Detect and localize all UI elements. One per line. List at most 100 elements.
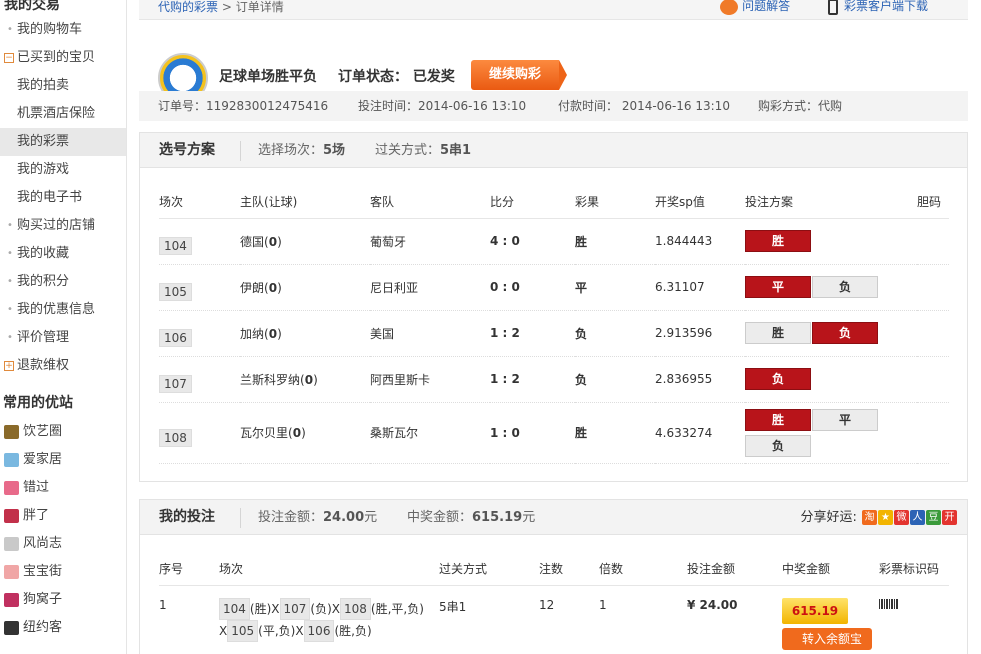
match-result: 平 bbox=[575, 264, 655, 311]
game-pick: (平,负)X bbox=[258, 623, 304, 638]
fav-site-item[interactable]: 胖了 bbox=[0, 502, 126, 530]
game-times: X bbox=[219, 623, 228, 638]
transfer-balance-label: 转入余额宝 bbox=[802, 631, 863, 646]
sidebar-title: 我的交易 bbox=[4, 0, 60, 13]
bet-scheme: 平负 bbox=[745, 264, 917, 311]
sidebar-item-travel[interactable]: 机票酒店保险 bbox=[0, 100, 126, 128]
order-status-label: 订单状态： bbox=[338, 69, 408, 85]
fav-site-item[interactable]: 狗窝子 bbox=[0, 586, 126, 614]
breadcrumb-link-lottery[interactable]: 代购的彩票 bbox=[158, 0, 218, 14]
bet-panel: 我的投注 投注金额：24.00元 中奖金额：615.19元 分享好运: 淘 ★ 微人… bbox=[139, 499, 968, 654]
breadcrumb: 代购的彩票 > 订单详情 bbox=[158, 0, 284, 15]
site-logo-icon bbox=[4, 621, 19, 635]
bet-scheme: 胜 bbox=[745, 218, 917, 265]
client-download-link[interactable]: 彩票客户端下载 bbox=[844, 0, 928, 13]
share-icon[interactable]: 豆 bbox=[926, 510, 941, 525]
sidebar-item-lottery[interactable]: 我的彩票 bbox=[0, 128, 126, 156]
prize-cell: 615.19 转入余额宝 bbox=[782, 585, 879, 650]
game-no: 104 bbox=[219, 597, 250, 620]
bet-title: 我的投注 bbox=[159, 509, 215, 525]
col-header: 投注金额 bbox=[687, 553, 782, 586]
expand-icon[interactable]: + bbox=[4, 361, 14, 371]
order-number: 订单号：1192830012475416 bbox=[158, 99, 329, 113]
main-content: 代购的彩票 > 订单详情 问题解答 彩票客户端下载 足球单场胜平负 订单状态： … bbox=[139, 0, 968, 654]
fav-site-item[interactable]: 错过 bbox=[0, 474, 126, 502]
order-status-value: 已发奖 bbox=[412, 69, 455, 85]
sidebar-item-ebooks[interactable]: 我的电子书 bbox=[0, 184, 126, 212]
share-icon[interactable]: 开 bbox=[942, 510, 957, 525]
sidebar-item-auction[interactable]: 我的拍卖 bbox=[0, 72, 126, 100]
away-team: 阿西里斯卡 bbox=[370, 356, 490, 403]
banker-cell bbox=[917, 356, 949, 403]
score: 1 : 0 bbox=[490, 402, 575, 464]
banker-cell bbox=[917, 402, 949, 464]
bullet-icon: • bbox=[7, 248, 13, 259]
handicap: 0 bbox=[268, 326, 278, 341]
match-no-cell: 108 bbox=[159, 402, 240, 464]
table-header-row: 序号 场次 过关方式 注数 倍数 投注金额 中奖金额 彩票标识码 bbox=[159, 553, 949, 586]
home-team-cell: 加纳(0) bbox=[240, 310, 370, 357]
share-label: 分享好运: bbox=[800, 510, 857, 525]
sidebar-item-refunds[interactable]: + 退款维权 bbox=[0, 352, 126, 380]
share-icon[interactable]: 淘 bbox=[862, 510, 877, 525]
pick-option: 胜 bbox=[745, 322, 811, 344]
fav-site-label: 饮艺圈 bbox=[23, 424, 63, 439]
bet-amount: 投注金额：24.00元 bbox=[258, 500, 377, 535]
prize-amount-value: 615.19 bbox=[472, 510, 523, 525]
sidebar-item-games[interactable]: 我的游戏 bbox=[0, 156, 126, 184]
score: 4 : 0 bbox=[490, 218, 575, 265]
pass-label: 过关方式： bbox=[375, 143, 441, 158]
score: 1 : 2 bbox=[490, 310, 575, 357]
fav-site-item[interactable]: 饮艺圈 bbox=[0, 418, 126, 446]
order-status: 订单状态： 已发奖 bbox=[338, 66, 455, 86]
ticket-id-cell bbox=[879, 585, 949, 650]
matches-label: 选择场次： bbox=[258, 143, 324, 158]
home-team-cell: 瓦尔贝里(0) bbox=[240, 402, 370, 464]
collapse-icon[interactable]: − bbox=[4, 53, 14, 63]
share-icon[interactable]: 微 bbox=[894, 510, 909, 525]
breadcrumb-current: 订单详情 bbox=[235, 0, 284, 14]
sidebar-item-favorites[interactable]: • 我的收藏 bbox=[0, 240, 126, 268]
sp-value: 2.836955 bbox=[655, 356, 745, 403]
home-team-cell: 伊朗(0) bbox=[240, 264, 370, 311]
fav-site-label: 错过 bbox=[23, 480, 50, 495]
buy-mode: 购彩方式：代购 bbox=[758, 99, 843, 113]
sidebar-item-cart[interactable]: • 我的购物车 bbox=[0, 16, 126, 44]
transfer-balance-button[interactable]: 转入余额宝 bbox=[782, 627, 873, 650]
col-header: 场次 bbox=[159, 186, 240, 219]
fav-site-item[interactable]: 爱家居 bbox=[0, 446, 126, 474]
match-no-cell: 105 bbox=[159, 264, 240, 311]
table-row: 1 104 (胜)X 107 (负)X 108 (胜,平,负) X 105 (平,负)X 106… bbox=[159, 585, 949, 650]
sidebar-item-points[interactable]: • 我的积分 bbox=[0, 268, 126, 296]
col-header: 彩果 bbox=[575, 186, 655, 219]
bet-panel-header: 我的投注 投注金额：24.00元 中奖金额：615.19元 分享好运: 淘 ★ 微人… bbox=[140, 500, 967, 535]
away-team: 美国 bbox=[370, 310, 490, 357]
bet-notes: 12 bbox=[539, 597, 555, 612]
sidebar-item-bought[interactable]: − 已买到的宝贝 bbox=[0, 44, 126, 72]
match-no: 104 bbox=[159, 237, 192, 255]
continue-buy-button[interactable]: 继续购彩 bbox=[471, 60, 567, 90]
phone-icon bbox=[827, 0, 838, 15]
bet-time: 投注时间：2014-06-16 13:10 bbox=[358, 99, 527, 113]
home-team: 瓦尔贝里 bbox=[240, 426, 289, 440]
home-team: 伊朗 bbox=[240, 280, 265, 295]
share-icon[interactable]: 人 bbox=[910, 510, 925, 525]
sidebar-item-reviews[interactable]: • 评价管理 bbox=[0, 324, 126, 352]
fav-site-item[interactable]: 风尚志 bbox=[0, 530, 126, 558]
sidebar-item-coupons[interactable]: • 我的优惠信息 bbox=[0, 296, 126, 324]
sidebar-item-shops[interactable]: • 购买过的店铺 bbox=[0, 212, 126, 240]
score: 1 : 2 bbox=[490, 356, 575, 403]
help-link[interactable]: 问题解答 bbox=[742, 0, 790, 13]
fav-site-item[interactable]: 纽约客 bbox=[0, 614, 126, 642]
match-result: 负 bbox=[575, 310, 655, 357]
sp-value: 6.31107 bbox=[655, 264, 745, 311]
share-icon[interactable]: ★ bbox=[878, 510, 893, 525]
fav-site-item[interactable]: 宝宝街 bbox=[0, 558, 126, 586]
sidebar-item-label: 评价管理 bbox=[17, 330, 70, 345]
match-no: 106 bbox=[159, 329, 192, 347]
col-header: 胆码 bbox=[917, 186, 949, 219]
selection-panel-header: 选号方案 选择场次：5场 过关方式：5串1 bbox=[140, 133, 967, 168]
bet-scheme: 负 bbox=[745, 356, 917, 403]
barcode-icon[interactable] bbox=[879, 598, 899, 609]
game-no: 105 bbox=[227, 619, 259, 642]
